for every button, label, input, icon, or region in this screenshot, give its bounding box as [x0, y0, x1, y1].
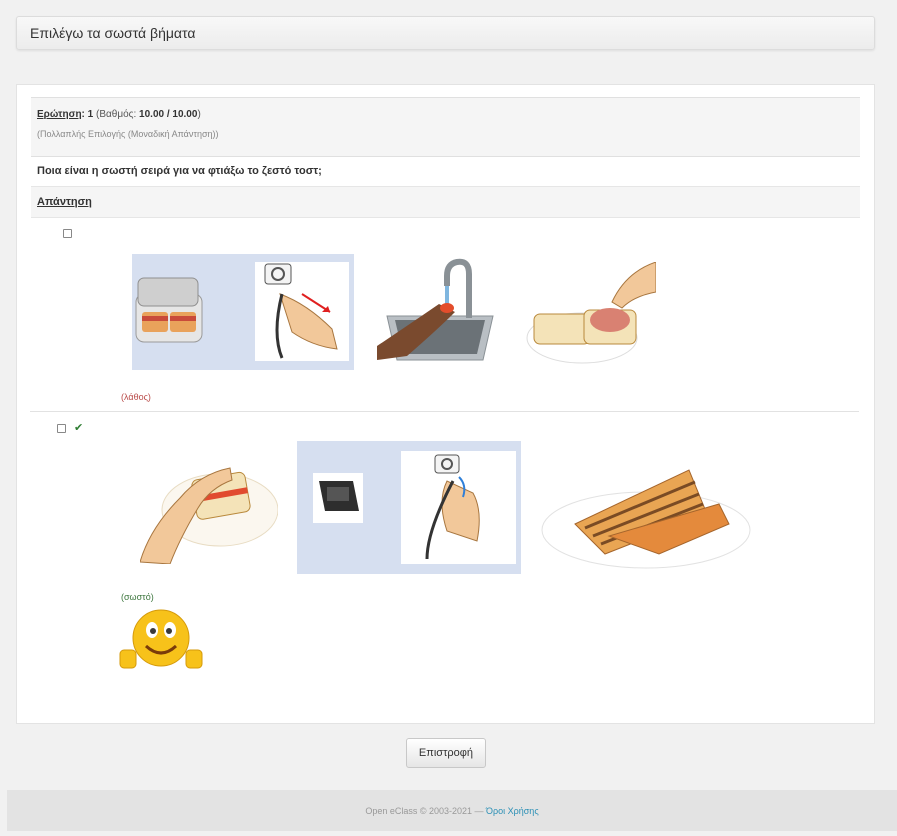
question-label: Ερώτηση	[37, 109, 82, 120]
question-number: : 1	[81, 109, 94, 120]
options-divider	[30, 411, 859, 412]
closed-sandwich-icon	[140, 458, 278, 564]
option-2-checkbox	[57, 424, 66, 433]
answer-header: Απάντηση	[31, 186, 860, 218]
grade-value: 10.00 / 10.00	[139, 109, 198, 120]
answer-header-label: Απάντηση	[37, 196, 92, 208]
smiley-thumbs-up-icon	[118, 606, 204, 676]
footer-text: Open eClass © 2003-2021 — Όροι Χρήσης	[7, 806, 897, 816]
option-1-checkbox	[63, 229, 72, 238]
unplug-pictogram	[297, 441, 521, 574]
footer: Open eClass © 2003-2021 — Όροι Χρήσης	[7, 790, 897, 831]
back-button[interactable]: Επιστροφή	[406, 738, 486, 768]
sandwich-maker-plug-in-pictogram	[132, 254, 354, 370]
grilled-toast-icon	[539, 444, 753, 572]
wash-hands-icon	[377, 256, 503, 366]
page-title: Επιλέγω τα σωστά βήματα	[30, 25, 196, 41]
question-type: (Πολλαπλής Επιλογής (Μοναδική Απάντηση))	[37, 129, 219, 139]
option-2-result: (σωστό)	[121, 592, 154, 602]
question-text: Ποια είναι η σωστή σειρά για να φτιάξω τ…	[37, 165, 322, 177]
ham-on-bread-icon	[526, 262, 656, 368]
sandwich-maker-icon	[135, 262, 349, 361]
footer-copyright: Open eClass © 2003-2021 —	[365, 806, 487, 816]
grade-label: (Βαθμός:	[96, 109, 140, 120]
terms-link[interactable]: Όροι Χρήσης	[486, 806, 539, 816]
option-1-result: (λάθος)	[121, 392, 151, 402]
grade-close: )	[197, 109, 201, 120]
question-title: Ερώτηση: 1 (Βαθμός: 10.00 / 10.00)	[37, 109, 201, 120]
correct-check-icon: ✔	[74, 422, 84, 434]
page-header: Επιλέγω τα σωστά βήματα	[16, 16, 875, 50]
question-header: Ερώτηση: 1 (Βαθμός: 10.00 / 10.00) (Πολλ…	[31, 97, 860, 157]
unplug-icon	[313, 451, 516, 564]
